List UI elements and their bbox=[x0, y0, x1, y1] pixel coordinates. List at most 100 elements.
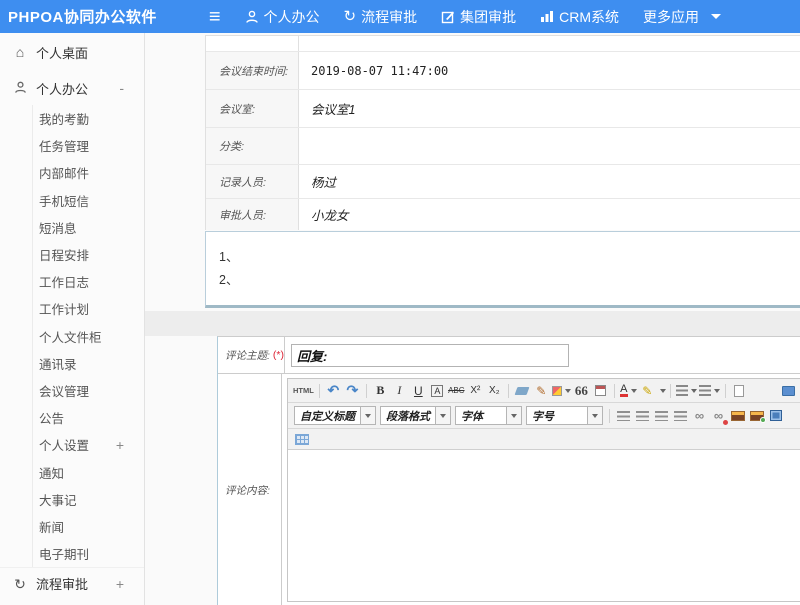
align-left-button[interactable] bbox=[615, 407, 632, 425]
process-icon: ↻ bbox=[12, 577, 28, 591]
home-icon: ⌂ bbox=[12, 45, 28, 59]
select-dropdown-button[interactable] bbox=[436, 406, 451, 425]
sidebar-item-label: 内部邮件 bbox=[39, 163, 89, 182]
upload-image-button[interactable] bbox=[748, 407, 765, 425]
blockquote-button[interactable]: 66 bbox=[573, 382, 590, 400]
sidebar-item-label: 个人办公 bbox=[36, 79, 88, 98]
row-label-cell: 会议室: bbox=[206, 90, 299, 127]
hamburger-menu-icon[interactable]: ≡ bbox=[209, 7, 221, 27]
insert-media-button[interactable] bbox=[767, 407, 784, 425]
html-source-button[interactable]: HTML bbox=[293, 382, 314, 400]
sidebar-item-short-message[interactable]: 短消息 bbox=[33, 214, 144, 241]
insert-image-button[interactable] bbox=[729, 407, 746, 425]
bar-chart-icon bbox=[540, 10, 554, 23]
expand-icon[interactable]: + bbox=[116, 437, 124, 453]
new-page-button[interactable] bbox=[731, 382, 748, 400]
underline-button[interactable]: U bbox=[410, 382, 427, 400]
select-dropdown-button[interactable] bbox=[361, 406, 376, 425]
insert-table-button[interactable] bbox=[293, 430, 310, 448]
nav-crm-system[interactable]: CRM系统 bbox=[540, 7, 619, 27]
sidebar-item-internal-mail[interactable]: 内部邮件 bbox=[33, 159, 144, 186]
format-brush-button[interactable]: ✎ bbox=[533, 382, 550, 400]
eraser-button[interactable] bbox=[514, 382, 531, 400]
label-text: 评论内容: bbox=[225, 483, 270, 498]
nav-more-apps[interactable]: 更多应用 bbox=[643, 7, 721, 27]
editor-toolbar-row2: 自定义标题 段落格式 字体 字号 bbox=[288, 403, 800, 429]
sidebar-item-task-management[interactable]: 任务管理 bbox=[33, 132, 144, 159]
approver-value: 小龙女 bbox=[299, 199, 800, 230]
media-icon bbox=[770, 410, 782, 421]
nav-personal-office[interactable]: 个人办公 bbox=[245, 7, 320, 27]
table-row: 审批人员: 小龙女 bbox=[206, 199, 800, 230]
sidebar-item-meeting-management[interactable]: 会议管理 bbox=[33, 377, 144, 404]
row-label-cell: 会议结束时间: bbox=[206, 52, 299, 89]
meeting-detail-table: 会议结束时间: 2019-08-07 11:47:00 会议室: 会议室1 分类… bbox=[205, 35, 800, 230]
align-left-icon bbox=[617, 411, 630, 421]
sidebar-item-label: 新闻 bbox=[39, 517, 64, 536]
italic-button[interactable]: I bbox=[391, 382, 408, 400]
strikethrough-button[interactable]: ABC bbox=[448, 382, 465, 400]
font-style-button[interactable]: A bbox=[429, 382, 446, 400]
paragraph-format-select[interactable]: 段落格式 bbox=[380, 406, 451, 425]
align-right-icon bbox=[655, 411, 668, 421]
sidebar-item-work-plan[interactable]: 工作计划 bbox=[33, 295, 144, 322]
collapse-icon[interactable]: - bbox=[119, 80, 124, 96]
sidebar-item-personal-office[interactable]: 个人办公 - bbox=[0, 71, 144, 105]
sidebar-item-news[interactable]: 新闻 bbox=[33, 513, 144, 540]
align-justify-button[interactable] bbox=[672, 407, 689, 425]
comment-content-row: 评论内容: HTML ↶ ↷ B I U A ABC X² X₂ bbox=[218, 374, 800, 605]
font-family-select[interactable]: 字体 bbox=[455, 406, 522, 425]
redo-button[interactable]: ↷ bbox=[344, 382, 361, 400]
sidebar-item-e-journal[interactable]: 电子期刊 bbox=[33, 540, 144, 567]
sidebar-item-personal-files[interactable]: 个人文件柜 bbox=[33, 323, 144, 350]
fullscreen-button[interactable] bbox=[780, 382, 797, 400]
unlink-button[interactable]: ∞ bbox=[710, 407, 727, 425]
sidebar-item-personal-desktop[interactable]: ⌂ 个人桌面 bbox=[0, 33, 144, 71]
sidebar-item-schedule[interactable]: 日程安排 bbox=[33, 241, 144, 268]
rich-text-editor: HTML ↶ ↷ B I U A ABC X² X₂ ✎ 66 bbox=[287, 378, 800, 602]
heading-select[interactable]: 自定义标题 bbox=[294, 406, 376, 425]
editor-content-area[interactable] bbox=[288, 450, 800, 601]
align-right-button[interactable] bbox=[653, 407, 670, 425]
select-dropdown-button[interactable] bbox=[507, 406, 522, 425]
sidebar-item-my-attendance[interactable]: 我的考勤 bbox=[33, 105, 144, 132]
font-box-glyph: A bbox=[431, 385, 443, 397]
ordered-list-button[interactable] bbox=[676, 382, 697, 400]
row-label-cell: 审批人员: bbox=[206, 199, 299, 230]
row-value-cell bbox=[299, 36, 800, 51]
align-center-button[interactable] bbox=[634, 407, 651, 425]
nav-group-approval[interactable]: 集团审批 bbox=[441, 7, 516, 27]
highlight-pen-button[interactable]: ✎ bbox=[639, 382, 656, 400]
sidebar-item-label: 工作日志 bbox=[39, 272, 89, 291]
nav-label: CRM系统 bbox=[559, 7, 619, 27]
sidebar-item-notice[interactable]: 通知 bbox=[33, 458, 144, 485]
nav-process-approval[interactable]: ↻ 流程审批 bbox=[344, 7, 418, 27]
sidebar-item-work-log[interactable]: 工作日志 bbox=[33, 268, 144, 295]
font-size-select[interactable]: 字号 bbox=[526, 406, 603, 425]
sidebar-item-contacts[interactable]: 通讯录 bbox=[33, 350, 144, 377]
caret-down-icon bbox=[691, 389, 697, 393]
sidebar: ⌂ 个人桌面 个人办公 - 我的考勤 任务管理 内部邮件 手机短信 短消息 日程… bbox=[0, 33, 145, 605]
eraser-icon bbox=[515, 387, 530, 395]
link-button[interactable]: ∞ bbox=[691, 407, 708, 425]
sidebar-item-personal-settings[interactable]: 个人设置 + bbox=[33, 431, 144, 458]
toolbar-separator bbox=[609, 409, 610, 423]
superscript-button[interactable]: X² bbox=[467, 382, 484, 400]
sidebar-item-label: 日程安排 bbox=[39, 245, 89, 264]
select-dropdown-button[interactable] bbox=[588, 406, 603, 425]
font-color-button[interactable]: A bbox=[620, 382, 637, 400]
sidebar-item-major-events[interactable]: 大事记 bbox=[33, 486, 144, 513]
bold-button[interactable]: B bbox=[372, 382, 389, 400]
comment-subject-input[interactable] bbox=[291, 344, 569, 367]
sidebar-item-process-approval[interactable]: ↻ 流程审批 + bbox=[0, 567, 144, 599]
subscript-button[interactable]: X₂ bbox=[486, 382, 503, 400]
paste-date-button[interactable] bbox=[592, 382, 609, 400]
expand-icon[interactable]: + bbox=[116, 576, 124, 592]
undo-button[interactable]: ↶ bbox=[325, 382, 342, 400]
sidebar-item-mobile-sms[interactable]: 手机短信 bbox=[33, 187, 144, 214]
sidebar-item-announcement[interactable]: 公告 bbox=[33, 404, 144, 431]
table-grid-icon bbox=[295, 434, 309, 445]
unordered-list-button[interactable] bbox=[699, 382, 720, 400]
toolbar-separator bbox=[319, 384, 320, 398]
paint-format-button[interactable] bbox=[552, 382, 571, 400]
